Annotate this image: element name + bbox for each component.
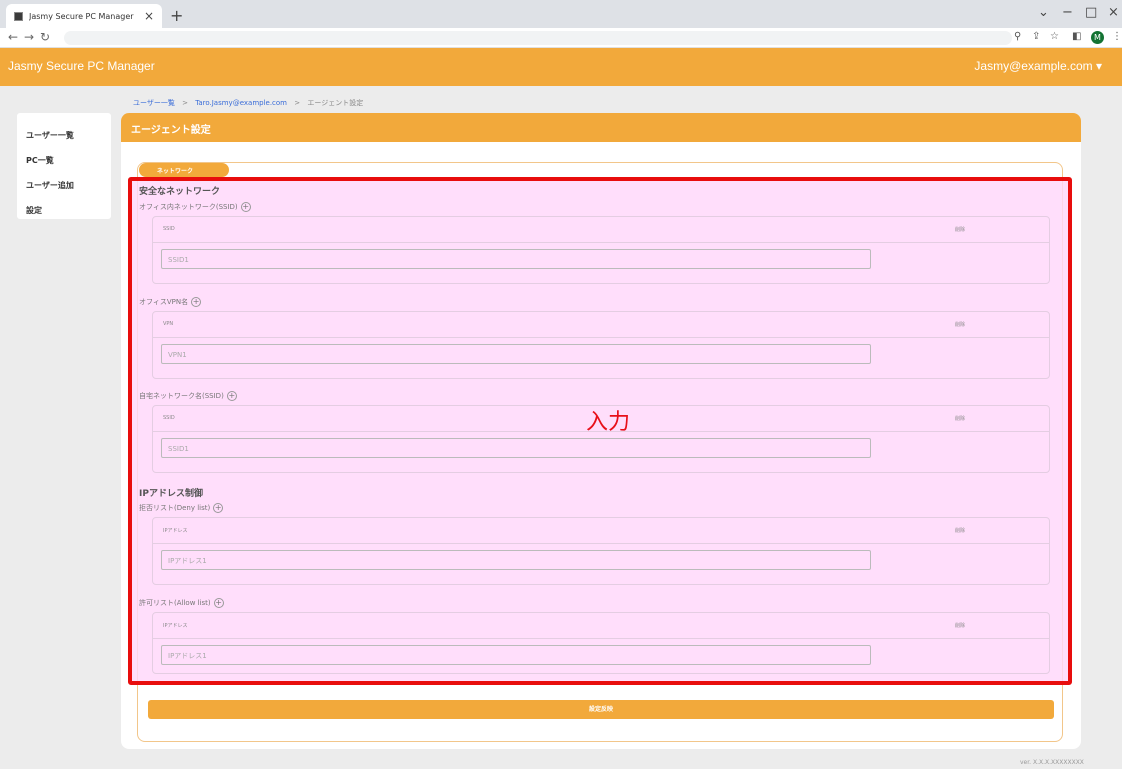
office-vpn-label: オフィスVPN名 + [139,297,202,307]
new-tab-icon[interactable]: + [170,6,183,25]
home-ssid-col-delete: 削除 [955,416,966,422]
deny-list-col-delete: 削除 [955,528,966,534]
add-home-ssid-icon[interactable]: + [226,391,237,401]
tab-title: Jasmy Secure PC Manager [29,11,134,21]
address-bar: ← → ↻ ⚲ ⇪ ☆ ◧ M ⋮ [0,28,1122,48]
breadcrumb-current: エージェント設定 [307,99,364,107]
browser-tab-bar: Jasmy Secure PC Manager × + ⌄ − □ × [0,0,1122,28]
home-ssid-col-name: SSID [163,415,175,421]
profile-avatar[interactable]: M [1091,31,1104,44]
office-vpn-input[interactable]: VPN1 [161,344,871,364]
minimize-icon[interactable]: − [1062,5,1073,20]
allow-list-group: IPアドレス 削除 IPアドレス1 [152,612,1050,674]
office-vpn-col-name: VPN [163,321,174,327]
deny-list-header: IPアドレス 削除 [153,518,1049,544]
app-favicon-icon [14,11,23,21]
home-ssid-input[interactable]: SSID1 [161,438,871,458]
allow-ip-input[interactable]: IPアドレス1 [161,645,871,665]
ip-control-heading: IPアドレス制御 [139,489,203,499]
allow-list-label: 許可リスト(Allow list) + [139,598,224,608]
version-text: ver. X.X.X.XXXXXXXX [1020,759,1084,766]
office-vpn-header: VPN 削除 [153,312,1049,338]
safe-network-heading: 安全なネットワーク [139,187,221,197]
zoom-icon[interactable]: ⚲ [1014,31,1021,42]
office-ssid-group: SSID 削除 SSID1 [152,216,1050,284]
tab-close-icon[interactable]: × [144,9,154,23]
bookmark-star-icon[interactable]: ☆ [1050,31,1059,42]
share-icon[interactable]: ⇪ [1032,31,1040,42]
deny-list-col-name: IPアドレス [163,528,188,534]
deny-list-label-text: 拒否リスト(Deny list) [139,504,211,512]
sidebar-item-pc-list[interactable]: PC一覧 [17,148,111,173]
sidebar: ユーザー一覧 PC一覧 ユーザー追加 設定 [17,113,111,219]
back-icon[interactable]: ← [8,30,18,44]
breadcrumb-separator: > [182,99,188,107]
account-menu[interactable]: Jasmy@example.com ▾ [974,59,1102,73]
tab-search-icon[interactable]: ⌄ [1038,5,1049,20]
app-title: Jasmy Secure PC Manager [8,59,155,73]
allow-list-header: IPアドレス 削除 [153,613,1049,639]
apply-settings-button[interactable]: 設定反映 [148,700,1054,719]
breadcrumb: ユーザー一覧 > Taro.Jasmy@example.com > エージェント… [133,98,363,108]
allow-list-label-text: 許可リスト(Allow list) [139,599,211,607]
allow-list-col-name: IPアドレス [163,623,188,629]
office-ssid-header: SSID 削除 [153,217,1049,243]
add-deny-ip-icon[interactable]: + [213,503,224,513]
sidebar-item-user-list[interactable]: ユーザー一覧 [17,123,111,148]
deny-ip-input[interactable]: IPアドレス1 [161,550,871,570]
breadcrumb-user[interactable]: Taro.Jasmy@example.com [195,99,287,107]
allow-list-col-delete: 削除 [955,623,966,629]
deny-list-group: IPアドレス 削除 IPアドレス1 [152,517,1050,585]
reload-icon[interactable]: ↻ [40,30,50,44]
page-title: エージェント設定 [121,113,1081,142]
overlay-label: 入力 [586,410,631,435]
url-input[interactable] [64,31,1012,45]
more-menu-icon[interactable]: ⋮ [1112,31,1122,42]
add-office-ssid-icon[interactable]: + [240,202,251,212]
app-header: Jasmy Secure PC Manager Jasmy@example.co… [0,48,1122,86]
side-panel-icon[interactable]: ◧ [1072,31,1081,42]
sidebar-item-add-user[interactable]: ユーザー追加 [17,173,111,198]
breadcrumb-separator: > [294,99,301,107]
browser-tab[interactable]: Jasmy Secure PC Manager × [6,4,162,28]
add-office-vpn-icon[interactable]: + [191,297,202,307]
home-ssid-label: 自宅ネットワーク名(SSID) + [139,391,237,401]
deny-list-label: 拒否リスト(Deny list) + [139,503,224,513]
maximize-icon[interactable]: □ [1085,5,1097,20]
office-ssid-input[interactable]: SSID1 [161,249,871,269]
office-vpn-label-text: オフィスVPN名 [139,298,189,306]
sidebar-item-settings[interactable]: 設定 [17,198,111,223]
office-ssid-label-text: オフィス内ネットワーク(SSID) [139,203,238,211]
office-ssid-col-delete: 削除 [955,227,966,233]
office-ssid-label: オフィス内ネットワーク(SSID) + [139,202,251,212]
office-ssid-col-name: SSID [163,226,175,232]
close-window-icon[interactable]: × [1108,5,1119,20]
add-allow-ip-icon[interactable]: + [213,598,224,608]
forward-icon[interactable]: → [24,30,34,44]
home-ssid-label-text: 自宅ネットワーク名(SSID) [139,392,224,400]
office-vpn-group: VPN 削除 VPN1 [152,311,1050,379]
tab-network[interactable]: ネットワーク [139,163,229,177]
breadcrumb-user-list[interactable]: ユーザー一覧 [133,99,175,107]
office-vpn-col-delete: 削除 [955,322,966,328]
